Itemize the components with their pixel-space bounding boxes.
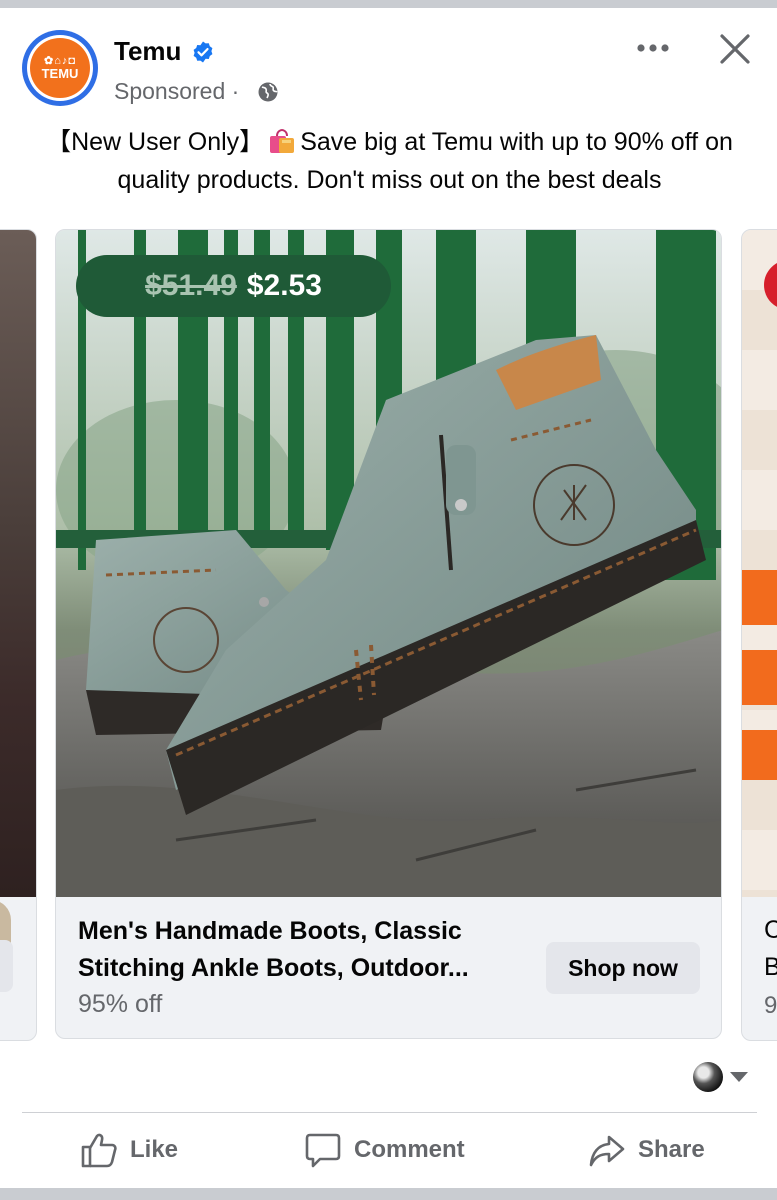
share-icon (589, 1135, 625, 1167)
sponsored-label: Sponsored · (114, 78, 239, 105)
carousel-card-next[interactable]: C B 9 (741, 229, 777, 1041)
shopping-bags-emoji (270, 128, 295, 153)
share-button[interactable]: Share (588, 1128, 705, 1172)
like-label: Like (130, 1136, 179, 1163)
chevron-down-icon[interactable] (730, 1072, 748, 1082)
action-divider (22, 1112, 757, 1113)
avatar-ring: ✿⌂♪◘ TEMU (27, 35, 93, 101)
post-caption: 【New User Only】 Save big at Temu with up… (22, 123, 757, 199)
next-product-image (742, 230, 777, 897)
comment-icon (305, 1133, 341, 1168)
next-card-title-line1: C (764, 916, 777, 945)
previous-product-image (0, 230, 36, 897)
next-card-subtitle: 9 (764, 992, 777, 1019)
comment-label: Comment (354, 1136, 465, 1163)
next-image-stripe (742, 650, 777, 705)
verified-badge-icon (193, 41, 213, 63)
carousel-card-previous[interactable] (0, 229, 37, 1041)
comment-button[interactable]: Comment (304, 1128, 465, 1172)
globe-icon[interactable] (257, 81, 279, 103)
temu-logo: ✿⌂♪◘ TEMU (30, 38, 90, 98)
product-discount: 95% off (78, 990, 163, 1018)
close-icon[interactable] (712, 26, 758, 72)
product-image[interactable]: $51.49 $2.53 (56, 230, 721, 897)
sponsored-text: Sponsored (114, 78, 226, 104)
sale-price: $2.53 (246, 269, 322, 302)
like-button[interactable]: Like (80, 1128, 178, 1172)
next-card-title-line2: B (764, 953, 777, 982)
bottom-separator (0, 1188, 777, 1200)
page-name[interactable]: Temu (114, 36, 181, 67)
next-image-stripe (742, 730, 777, 780)
page-avatar[interactable]: ✿⌂♪◘ TEMU (22, 30, 98, 106)
separator-dot: · (231, 78, 240, 104)
next-image-stripe (742, 570, 777, 625)
original-price: $51.49 (145, 269, 237, 302)
product-title[interactable]: Men's Handmade Boots, Classic Stitching … (78, 913, 528, 987)
thumbs-up-icon (81, 1133, 117, 1168)
more-options-icon[interactable] (630, 30, 676, 66)
logo-text: TEMU (41, 66, 79, 81)
reacting-profile-avatar[interactable] (693, 1062, 723, 1092)
top-separator (0, 0, 777, 8)
share-label: Share (638, 1136, 705, 1163)
caption-prefix: 【New User Only】 (46, 128, 265, 156)
previous-card-button[interactable] (0, 940, 13, 992)
price-tag: $51.49 $2.53 (76, 255, 391, 317)
shop-now-button[interactable]: Shop now (546, 942, 700, 994)
carousel-card-main[interactable]: $51.49 $2.53 Men's Handmade Boots, Class… (55, 229, 722, 1039)
